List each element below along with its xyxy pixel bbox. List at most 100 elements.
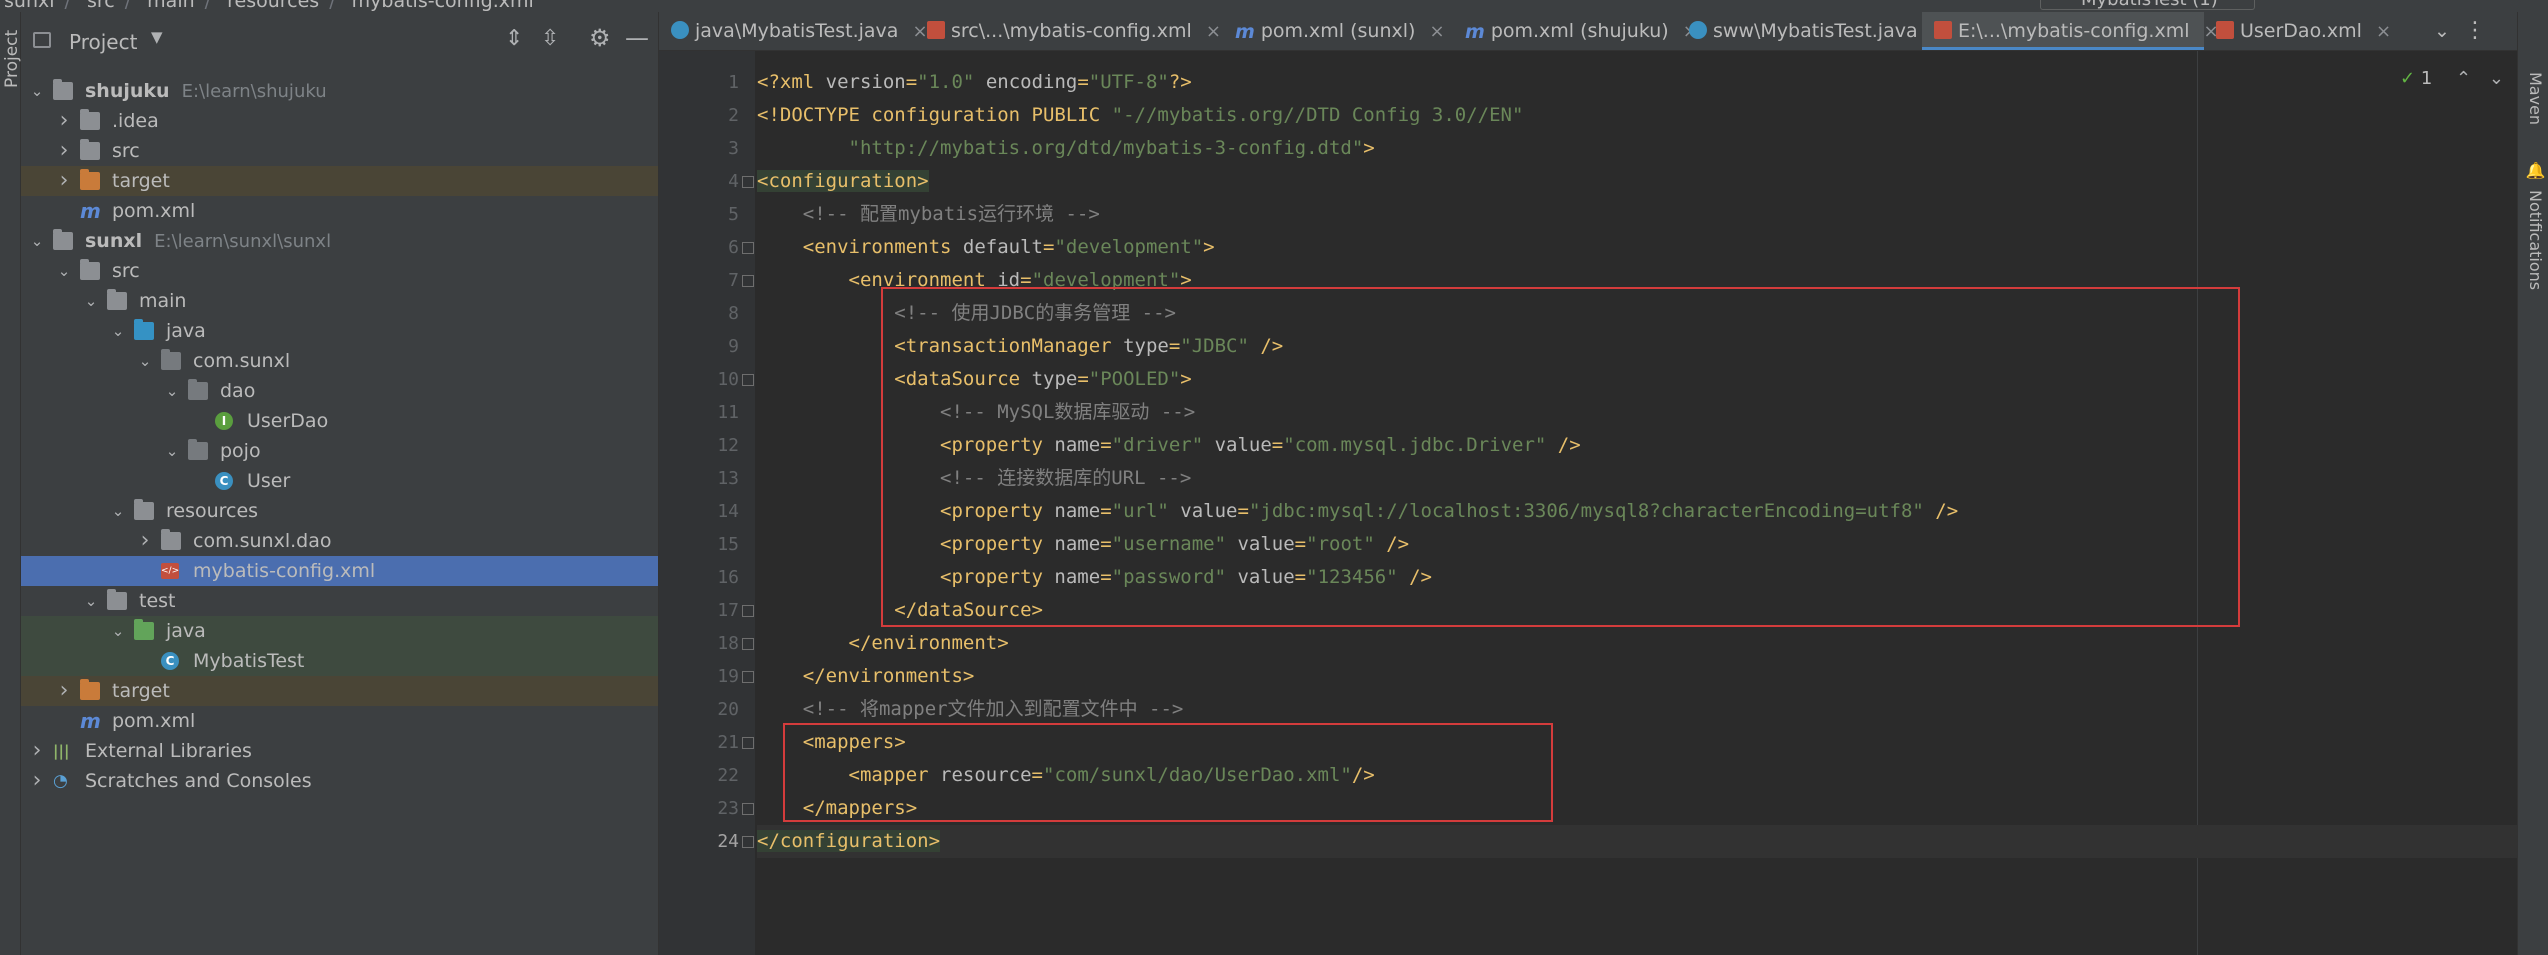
notifications-tool-button[interactable]: Notifications (2526, 190, 2545, 290)
tree-item[interactable]: › com.sunxl.dao (21, 526, 658, 556)
fold-marker-icon[interactable] (742, 671, 754, 683)
fold-marker-icon[interactable] (742, 638, 754, 650)
close-icon[interactable]: × (1206, 21, 1221, 42)
chevron-right-icon[interactable]: › (29, 766, 45, 796)
close-icon[interactable]: × (2376, 21, 2391, 42)
fold-marker-icon[interactable] (742, 374, 754, 386)
chevron-down-icon[interactable]: ⌄ (2434, 12, 2450, 50)
breadcrumb-item[interactable]: mybatis-config.xml (352, 0, 534, 12)
fold-marker-icon[interactable] (742, 803, 754, 815)
chevron-down-icon[interactable]: ⌄ (164, 376, 180, 406)
expand-all-icon[interactable]: ⇕ (505, 26, 523, 51)
tree-item[interactable]: C User (21, 466, 658, 496)
fold-marker-icon[interactable] (742, 605, 754, 617)
editor-tab[interactable]: sww\MybatisTest.java× (1677, 12, 1947, 50)
code-line[interactable]: <property name="password" value="123456"… (757, 561, 1432, 594)
fold-marker-icon[interactable] (742, 836, 754, 848)
gear-icon[interactable]: ⚙ (589, 24, 611, 52)
project-panel-title[interactable]: Project (69, 30, 137, 54)
breadcrumb-item[interactable]: src (87, 0, 115, 12)
tree-item[interactable]: m pom.xml (21, 706, 658, 736)
breadcrumb-item[interactable]: sunxl (4, 0, 55, 12)
chevron-down-icon[interactable]: ⌄ (164, 436, 180, 466)
editor-tab[interactable]: src\...\mybatis-config.xml × (915, 12, 1223, 50)
code-line[interactable]: <property name="username" value="root" /… (757, 528, 1409, 561)
chevron-down-icon[interactable]: ⌄ (83, 586, 99, 616)
chevron-right-icon[interactable]: › (56, 136, 72, 166)
chevron-right-icon[interactable]: › (56, 676, 72, 706)
code-line[interactable]: </configuration> (757, 825, 2517, 858)
code-line[interactable]: <dataSource type="POOLED"> (757, 363, 1191, 396)
chevron-down-icon[interactable]: ⌄ (137, 346, 153, 376)
editor-tab[interactable]: UserDao.xml × (2204, 12, 2434, 50)
code-line[interactable]: <configuration> (757, 165, 929, 198)
fold-marker-icon[interactable] (742, 242, 754, 254)
code-line[interactable]: <!-- 配置mybatis运行环境 --> (757, 198, 1100, 231)
tree-item[interactable]: ⌄ java (21, 316, 658, 346)
breadcrumb-item[interactable]: main (147, 0, 194, 12)
chevron-right-icon[interactable]: › (56, 166, 72, 196)
chevron-down-icon[interactable]: ⌄ (56, 256, 72, 286)
chevron-right-icon[interactable]: › (29, 736, 45, 766)
code-line[interactable]: </environments> (757, 660, 975, 693)
code-line[interactable]: <mapper resource="com/sunxl/dao/UserDao.… (757, 759, 1375, 792)
tree-item[interactable]: C MybatisTest (21, 646, 658, 676)
chevron-right-icon[interactable]: › (56, 106, 72, 136)
code-line[interactable]: <environments default="development"> (757, 231, 1215, 264)
code-line[interactable]: <!-- 使用JDBC的事务管理 --> (757, 297, 1176, 330)
code-line[interactable]: </environment> (757, 627, 1009, 660)
code-line[interactable]: <mappers> (757, 726, 906, 759)
chevron-down-icon[interactable]: ⌄ (110, 616, 126, 646)
editor-tab[interactable]: mpom.xml (shujuku)× (1453, 12, 1698, 50)
tree-item[interactable]: › ||| External Libraries (21, 736, 658, 766)
code-line[interactable]: </mappers> (757, 792, 917, 825)
code-line[interactable]: <!DOCTYPE configuration PUBLIC "-//mybat… (757, 99, 1523, 132)
tree-item[interactable]: ⌄ com.sunxl (21, 346, 658, 376)
close-icon[interactable]: × (1429, 21, 1444, 42)
more-tabs-icon[interactable]: ⋮ (2464, 12, 2486, 50)
chevron-right-icon[interactable]: › (137, 526, 153, 556)
tree-item[interactable]: ⌄ java (21, 616, 658, 646)
chevron-down-icon[interactable]: ⌄ (29, 76, 45, 106)
tree-item[interactable]: </> mybatis-config.xml (21, 556, 658, 586)
maven-tool-button[interactable]: Maven (2526, 72, 2545, 125)
chevron-down-icon[interactable]: ⌄ (110, 316, 126, 346)
code-line[interactable]: <environment id="development"> (757, 264, 1192, 297)
code-line[interactable]: <!-- MySQL数据库驱动 --> (757, 396, 1195, 429)
tree-item[interactable]: › target (21, 676, 658, 706)
tree-item[interactable]: m pom.xml (21, 196, 658, 226)
editor-tab[interactable]: E:\...\mybatis-config.xml × (1922, 12, 2219, 50)
code-line[interactable]: </dataSource> (757, 594, 1043, 627)
tree-item[interactable]: ⌄ resources (21, 496, 658, 526)
code-line[interactable]: <?xml version="1.0" encoding="UTF-8"?> (757, 66, 1192, 99)
collapse-all-icon[interactable]: ⇳ (541, 26, 559, 51)
tree-item[interactable]: I UserDao (21, 406, 658, 436)
tree-item[interactable]: › target (21, 166, 658, 196)
editor-tab[interactable]: m pom.xml (sunxl) × (1223, 12, 1453, 50)
code-line[interactable]: <!-- 将mapper文件加入到配置文件中 --> (757, 693, 1184, 726)
tree-item[interactable]: ⌄ pojo (21, 436, 658, 466)
minimize-icon[interactable]: — (625, 24, 649, 52)
chevron-down-icon[interactable]: ⌄ (110, 496, 126, 526)
code-line[interactable]: <property name="driver" value="com.mysql… (757, 429, 1581, 462)
tree-item[interactable]: ⌄ src (21, 256, 658, 286)
code-line[interactable]: <!-- 连接数据库的URL --> (757, 462, 1191, 495)
bell-icon[interactable]: 🔔 (2526, 162, 2545, 182)
breadcrumb-item[interactable]: resources (227, 0, 319, 12)
tree-item[interactable]: › ◔ Scratches and Consoles (21, 766, 658, 796)
tree-item[interactable]: ⌄ sunxl E:\learn\sunxl\sunxl (21, 226, 658, 256)
code-line[interactable]: "http://mybatis.org/dtd/mybatis-3-config… (757, 132, 1375, 165)
chevron-down-icon[interactable]: ⌄ (83, 286, 99, 316)
tree-item[interactable]: › .idea (21, 106, 658, 136)
code-line[interactable]: <property name="url" value="jdbc:mysql:/… (757, 495, 1958, 528)
fold-marker-icon[interactable] (742, 176, 754, 188)
tree-item[interactable]: ⌄ shujuku E:\learn\shujuku (21, 76, 658, 106)
project-tool-button[interactable]: Project (2, 28, 22, 88)
code-line[interactable]: <transactionManager type="JDBC" /> (757, 330, 1283, 363)
fold-marker-icon[interactable] (742, 275, 754, 287)
editor-tab[interactable]: java\MybatisTest.java × (659, 12, 928, 50)
run-configuration-select[interactable]: MybatisTest (1) (2040, 0, 2255, 10)
chevron-down-icon[interactable]: ⌄ (2489, 68, 2504, 89)
fold-marker-icon[interactable] (742, 737, 754, 749)
chevron-down-icon[interactable]: ▼ (151, 28, 163, 46)
